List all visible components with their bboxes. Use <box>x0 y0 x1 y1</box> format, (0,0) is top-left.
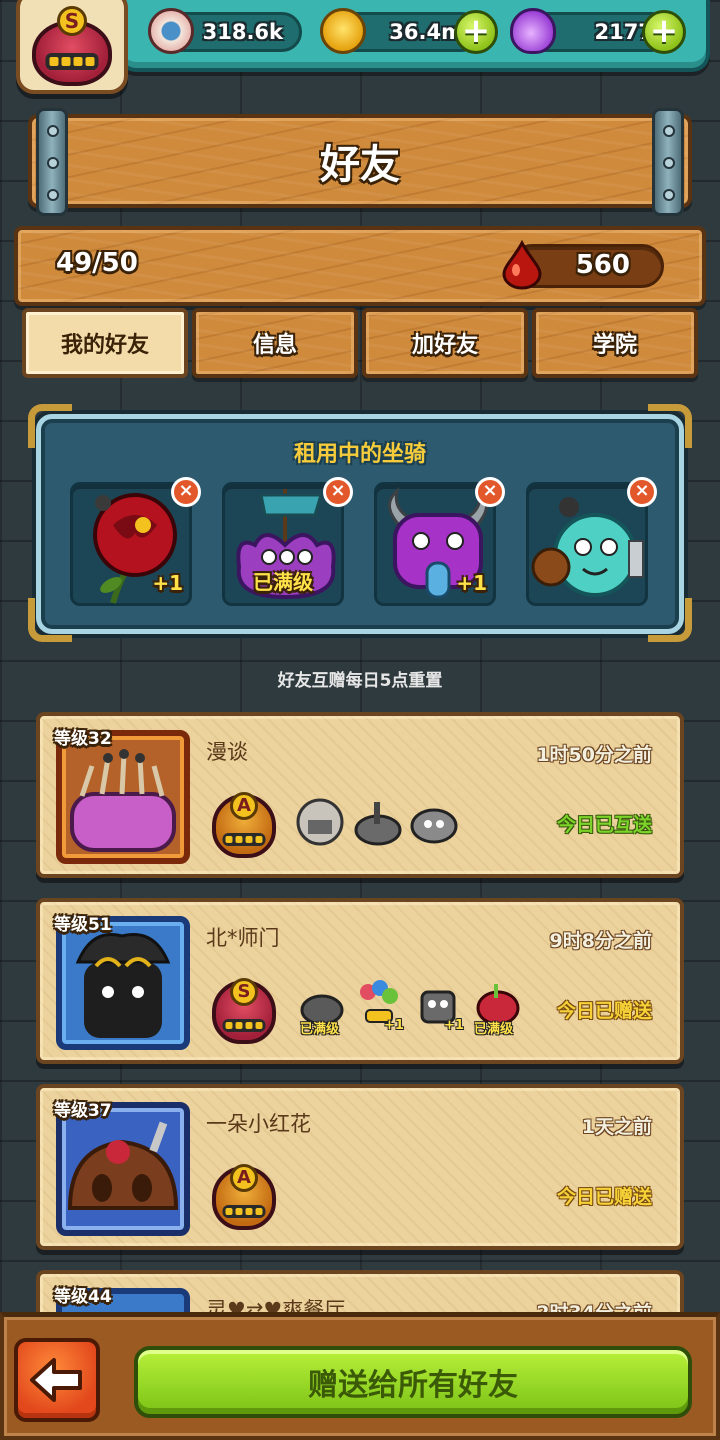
tab-label: 信息 <box>252 333 297 358</box>
last-seen: 9时8分之前 <box>549 930 652 952</box>
mount-level-label: +1 <box>152 571 183 595</box>
gift-status: 今日已互送 <box>556 814 652 836</box>
purple-coral-monster-icon <box>70 749 176 852</box>
friend-rank-badge: A <box>212 1164 276 1230</box>
black-hair-monster-icon <box>75 933 171 1038</box>
rented-mounts-title: 租用中的坐骑 <box>293 442 426 467</box>
friend-mount-icon <box>354 802 402 846</box>
friend-name: 北*师门 <box>206 926 280 950</box>
player-rank-badge[interactable]: S <box>16 0 128 94</box>
page-title: 好友 <box>320 142 400 188</box>
rank-teeth <box>222 1019 266 1032</box>
friend-level: 等级37 <box>54 1101 112 1121</box>
mount-slot-2[interactable]: × 已满级 <box>222 477 353 606</box>
tab-academy[interactable]: 学院 <box>532 308 698 378</box>
mount-slot-4[interactable]: × <box>526 477 657 606</box>
rank-monster-icon: S <box>32 6 112 86</box>
eyeball-icon <box>148 8 194 54</box>
coin-amount: 36.4m <box>389 20 463 44</box>
last-seen: 1天之前 <box>581 1116 652 1138</box>
friend-rank-badge: S <box>212 978 276 1044</box>
friend-level: 等级44 <box>54 1287 112 1307</box>
rank-letter: A <box>230 792 258 820</box>
remove-mount-button[interactable]: × <box>323 477 353 507</box>
tab-label: 加好友 <box>411 333 478 358</box>
potion-icon <box>510 8 556 54</box>
friend-card[interactable]: 等级51 北*师门 9时8分之前 今日已赠送 S 已满级 +1 +1 已满级 <box>36 898 684 1064</box>
remove-mount-button[interactable]: × <box>475 477 505 507</box>
friend-mount-icon <box>296 798 344 846</box>
mount-slot-3[interactable]: × +1 <box>374 477 505 606</box>
remove-mount-button[interactable]: × <box>627 477 657 507</box>
mount-level-label: +1 <box>456 571 487 595</box>
rank-teeth <box>222 833 266 846</box>
friend-rank-badge: A <box>212 792 276 858</box>
friend-name: 一朵小红花 <box>206 1112 311 1136</box>
panel-corner <box>28 598 72 642</box>
mount-level-label: 已满级 <box>300 1022 340 1037</box>
gift-status: 今日已赠送 <box>556 1186 652 1208</box>
friend-portrait <box>56 730 190 864</box>
resource-bar: 318.6k 36.4m + 2177 + <box>118 0 710 72</box>
friend-level: 等级51 <box>54 915 112 935</box>
friend-portrait <box>56 916 190 1050</box>
friend-portrait <box>56 1102 190 1236</box>
tab-label: 我的好友 <box>60 333 149 358</box>
arrow-left-icon <box>30 1358 82 1402</box>
friend-name: 漫谈 <box>206 740 248 764</box>
rank-teeth <box>222 1205 266 1218</box>
rank-letter: S <box>230 978 258 1006</box>
tab-add-friend[interactable]: 加好友 <box>362 308 528 378</box>
mount-level-label: 已满级 <box>253 570 313 594</box>
friend-mount-icon <box>410 808 458 844</box>
panel-corner <box>648 598 692 642</box>
rank-letter: S <box>57 6 87 36</box>
tab-my-friends[interactable]: 我的好友 <box>22 308 188 378</box>
mount-level-label: +1 <box>384 1018 404 1033</box>
add-potions-button[interactable]: + <box>642 10 686 54</box>
mount-level-label: 已满级 <box>474 1022 514 1037</box>
drop-amount: 560 <box>575 250 630 280</box>
coin-icon <box>320 8 366 54</box>
gift-status: 今日已赠送 <box>556 1000 652 1022</box>
friend-level: 等级32 <box>54 729 112 749</box>
add-coins-button[interactable]: + <box>454 10 498 54</box>
back-button[interactable] <box>14 1338 100 1422</box>
last-seen: 1时50分之前 <box>536 744 652 766</box>
friend-card[interactable]: 等级32 漫谈 1时50分之前 今日已互送 A <box>36 712 684 878</box>
tab-label: 学院 <box>592 333 637 358</box>
eyeball-amount: 318.6k <box>202 20 283 44</box>
daily-reset-note: 好友互赠每日5点重置 <box>277 671 443 691</box>
mount-level-label: +1 <box>444 1018 464 1033</box>
send-all-label: 赠送给所有好友 <box>308 1368 518 1403</box>
remove-mount-button[interactable]: × <box>171 477 201 507</box>
rank-letter: A <box>230 1164 258 1192</box>
tab-messages[interactable]: 信息 <box>192 308 358 378</box>
mount-slot-1[interactable]: × +1 <box>70 477 201 606</box>
send-to-all-friends-button[interactable]: 赠送给所有好友 <box>134 1346 692 1418</box>
mud-cake-monster-icon <box>67 1121 179 1210</box>
friend-card[interactable]: 等级37 一朵小红花 1天之前 今日已赠送 A <box>36 1084 684 1250</box>
rank-teeth <box>45 53 99 70</box>
